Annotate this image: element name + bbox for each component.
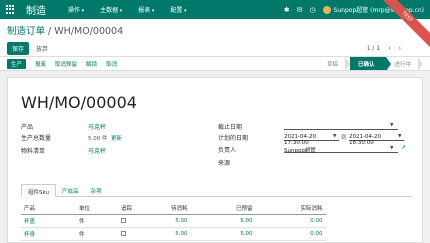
avatar — [322, 6, 331, 15]
chat-icon[interactable]: ✉ — [297, 6, 303, 14]
unlock-button[interactable]: 解锁 — [86, 60, 97, 68]
row-reserved: 5.00 — [190, 214, 256, 228]
scrap-button[interactable]: 报废 — [35, 60, 46, 68]
col-to-consume[interactable]: 待消耗 — [168, 202, 191, 215]
planned-date-from-input[interactable]: 2021-04-20 17:30:00 — [284, 133, 339, 146]
row-uom: 件 — [76, 227, 118, 241]
row-to-consume: 5.00 — [168, 227, 191, 241]
menu-operations[interactable]: 操作 — [68, 5, 84, 14]
unreserve-button[interactable]: 取消预留 — [55, 60, 77, 68]
row-to-consume: 5.00 — [168, 214, 191, 228]
col-product[interactable]: 产品 — [21, 202, 76, 215]
product-label: 产品 — [21, 124, 34, 131]
tracking-checkbox[interactable] — [121, 217, 126, 223]
stage-in-progress[interactable]: 进行中 — [386, 57, 423, 71]
save-button[interactable]: 保存 — [7, 42, 30, 55]
quantity-field[interactable]: 5.00 件 — [88, 134, 108, 142]
source-label: 来源 — [218, 160, 231, 167]
col-consumed[interactable]: 实际消耗 — [255, 202, 326, 215]
breadcrumb-parent[interactable]: 制造订单 — [7, 26, 45, 37]
menu-reporting[interactable]: 报表 — [138, 5, 154, 14]
responsible-input[interactable]: Sunpop超管 — [284, 145, 398, 154]
row-uom: 件 — [76, 214, 118, 228]
date-to-separator: 到 — [341, 135, 347, 141]
deadline-label: 截止日期 — [218, 124, 243, 131]
row-consumed[interactable]: 0.00 — [255, 214, 326, 228]
row-product[interactable]: 杯身 — [21, 227, 76, 241]
discard-button[interactable]: 放弃 — [36, 44, 48, 53]
planned-date-to-input[interactable]: 2021-04-20 18:30:00 — [349, 133, 404, 146]
apps-grid-icon[interactable] — [6, 4, 16, 15]
tab-components[interactable]: 组件Sku — [21, 184, 56, 197]
row-reserved: 5.00 — [190, 227, 256, 241]
col-reserved[interactable]: 已预留 — [190, 202, 256, 215]
bug-icon[interactable]: ✱ — [284, 6, 290, 14]
app-name: 制造 — [26, 6, 46, 17]
record-title: WH/MO/00004 — [21, 93, 137, 112]
update-quantity-button[interactable]: 更新 — [111, 134, 122, 142]
responsible-label: 负责人 — [218, 147, 237, 154]
produce-button[interactable]: 生产 — [7, 58, 27, 69]
top-navbar: 制造 操作 主数据 报表 配置 ✱ ✉ ◷ Sunpop超管 (mrp@sunp… — [0, 0, 430, 19]
row-product[interactable]: 杯盖 — [21, 214, 76, 228]
pager-value[interactable]: 1 / 1 — [367, 45, 380, 52]
col-tracking[interactable]: 追踪 — [118, 202, 168, 215]
menu-configuration[interactable]: 配置 — [170, 5, 186, 14]
breadcrumb-separator: / — [48, 26, 52, 37]
deadline-input[interactable] — [284, 122, 398, 130]
form-sheet: WH/MO/00004 产品 马克杯 生产总数量 5.00 件 更新 物料清单 … — [7, 77, 423, 243]
clock-icon[interactable]: ◷ — [309, 6, 315, 14]
stage-draft[interactable]: 草稿 — [319, 57, 350, 71]
breadcrumb: 制造订单 / WH/MO/00004 — [7, 23, 423, 37]
menu-master-data[interactable]: 主数据 — [100, 5, 122, 14]
breadcrumb-current: WH/MO/00004 — [54, 26, 124, 37]
quantity-label: 生产总数量 — [21, 135, 52, 142]
tracking-checkbox[interactable] — [121, 230, 126, 236]
table-row[interactable]: 杯盖 件 5.00 5.00 0.00 — [21, 214, 326, 228]
components-table: 产品 单位 追踪 待消耗 已预留 实际消耗 杯盖 件 5.00 5.00 0.0… — [21, 202, 326, 241]
table-row[interactable]: 杯身 件 5.00 5.00 0.00 — [21, 227, 326, 241]
tab-miscellaneous[interactable]: 杂项 — [85, 184, 108, 196]
main-menu: 操作 主数据 报表 配置 — [68, 5, 187, 14]
date-from-dropdown-icon[interactable]: ▼ — [333, 134, 336, 139]
pager-next-icon[interactable]: › — [399, 45, 401, 52]
status-bar: 生产 报废 取消预留 解锁 取消 草稿 已确认 进行中 — [0, 57, 430, 71]
bom-field[interactable]: 马克杯 — [88, 146, 106, 155]
date-to-dropdown-icon[interactable]: ▼ — [398, 134, 401, 139]
product-field[interactable]: 马克杯 — [88, 122, 106, 131]
external-link-icon[interactable]: ↗ — [401, 144, 406, 151]
pager-prev-icon[interactable]: ‹ — [388, 45, 390, 52]
control-panel: 制造订单 / WH/MO/00004 保存 放弃 1 / 1 ‹ › — [0, 19, 430, 57]
responsible-dropdown-icon[interactable]: ▼ — [390, 146, 393, 151]
pager: 1 / 1 ‹ › — [367, 45, 401, 52]
stage-pipeline: 草稿 已确认 进行中 — [319, 57, 423, 71]
row-consumed[interactable]: 0.00 — [255, 227, 326, 241]
col-uom[interactable]: 单位 — [76, 202, 118, 215]
deadline-dropdown-icon[interactable]: ▼ — [390, 123, 393, 128]
planned-date-label: 计划的日期 — [218, 135, 249, 142]
notebook-tabs: 组件Sku 产成品 杂项 — [21, 184, 412, 197]
stage-confirmed[interactable]: 已确认 — [349, 57, 391, 71]
tab-finished-products[interactable]: 产成品 — [56, 184, 85, 196]
bom-label: 物料清单 — [21, 148, 46, 155]
cancel-button[interactable]: 取消 — [106, 60, 117, 68]
